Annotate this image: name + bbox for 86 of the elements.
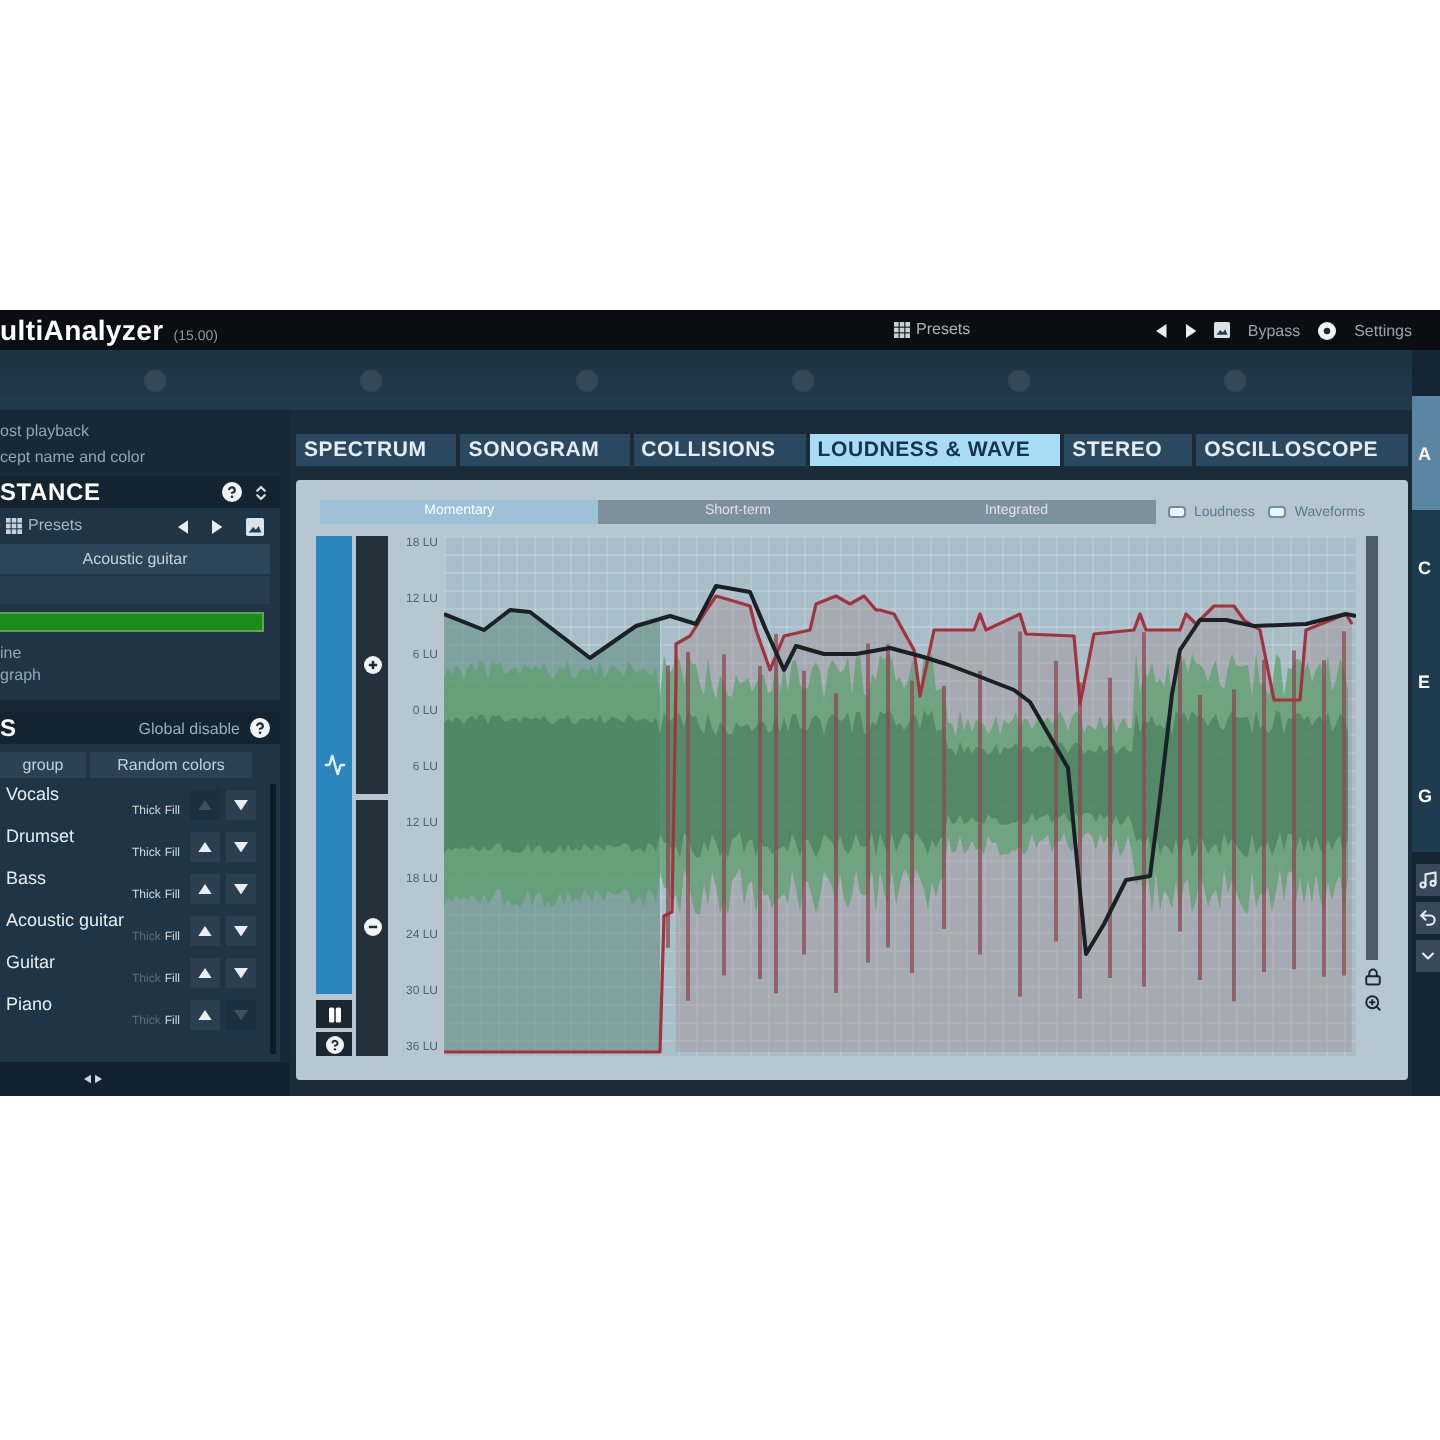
triangle-up-icon [198,925,212,937]
move-up-button[interactable] [190,916,220,946]
pause-button[interactable] [316,1000,352,1028]
instance-name[interactable]: Bass [6,868,132,890]
setting-label: cept name and color [0,446,147,470]
move-up-button[interactable] [190,1000,220,1030]
triangle-right-icon[interactable] [211,519,222,533]
plus-icon [363,655,381,674]
circle-icon [1318,321,1337,339]
music-button[interactable] [1416,864,1440,896]
minus-icon [363,918,381,937]
lock-icon[interactable] [1363,968,1381,986]
tab[interactable]: SPECTRUM [296,434,457,466]
help-icon[interactable] [325,1035,343,1053]
pulse-icon [323,754,345,776]
move-down-button[interactable] [226,832,256,862]
move-down-button[interactable] [226,916,256,946]
triangle-up-icon [198,883,212,895]
triangle-down-icon [234,799,248,811]
plus-button[interactable] [356,536,388,793]
pause-icon [325,1005,343,1023]
checkbox[interactable] [1268,506,1287,518]
tab[interactable]: LOUDNESS & WAVE [809,434,1061,466]
section-title: STANCE [0,478,103,506]
undo-icon [1418,908,1438,928]
triangle-up-icon [198,1009,212,1021]
move-up-button[interactable] [190,832,220,862]
triangle-down-icon [234,1009,248,1021]
chevrons-up-down-icon[interactable] [252,483,270,501]
tab[interactable]: STEREO [1064,434,1193,466]
triangle-down-icon [234,967,248,979]
name-field[interactable]: Acoustic guitar [0,544,270,574]
panel-button[interactable]: group [0,752,86,778]
help-icon[interactable] [250,718,270,738]
help-button[interactable] [316,1032,352,1056]
move-up-button[interactable] [190,958,220,988]
triangle-right-icon[interactable] [1185,323,1196,337]
section-title: S [0,714,19,742]
side-tab[interactable]: G [1412,738,1440,852]
app-title: ultiAnalyzer [0,314,164,346]
settings-button[interactable]: Settings [1354,321,1412,339]
triangle-left-icon[interactable] [177,519,188,533]
triangle-up-icon [198,841,212,853]
dropdown-button[interactable] [1416,940,1440,972]
help-icon[interactable] [222,482,242,502]
global-disable-label[interactable]: Global disable [138,719,240,737]
panel-button[interactable]: Random colors [90,752,252,778]
side-tab[interactable]: E [1412,624,1440,738]
move-down-button[interactable] [226,790,256,820]
instance-name[interactable]: Piano [6,994,132,1016]
tab[interactable]: OSCILLOSCOPE [1196,434,1409,466]
setting-label: graph [0,664,43,686]
triangle-down-icon [234,925,248,937]
checkbox[interactable] [1168,506,1186,518]
zoom-in-icon[interactable] [1363,994,1381,1012]
image-icon[interactable] [1213,322,1230,338]
move-down-button[interactable] [226,958,256,988]
instance-name[interactable]: Acoustic guitar [6,910,132,932]
undo-button[interactable] [1416,902,1440,934]
triangle-up-icon [198,799,212,811]
move-down-button[interactable] [226,874,256,904]
music-icon [1418,870,1438,890]
side-tab[interactable]: C [1412,510,1440,624]
tab[interactable]: COLLISIONS [633,434,806,466]
grid-icon [894,322,910,338]
bypass-button[interactable]: Bypass [1247,321,1301,339]
triangle-down-icon [234,883,248,895]
presets-button[interactable]: Presets [6,516,83,536]
arrows-left-right-icon[interactable] [84,1074,102,1084]
minus-button[interactable] [356,799,388,1056]
color-swatch[interactable] [0,612,264,632]
setting-label: ine [0,642,24,664]
instance-name[interactable]: Drumset [6,826,132,848]
triangle-left-icon[interactable] [1156,323,1168,337]
image-icon[interactable] [246,517,264,535]
scrollbar[interactable] [1366,536,1378,960]
setting-label: ost playback [0,420,91,444]
grid-icon [6,518,22,534]
triangle-up-icon [198,967,212,979]
tab[interactable]: SONOGRAM [460,434,630,466]
side-tab[interactable]: A [1412,396,1440,510]
move-up-button[interactable] [190,874,220,904]
instance-name[interactable]: Vocals [6,784,132,806]
presets-button[interactable]: Presets [894,320,971,340]
instance-name[interactable]: Guitar [6,952,132,974]
triangle-down-icon [234,841,248,853]
